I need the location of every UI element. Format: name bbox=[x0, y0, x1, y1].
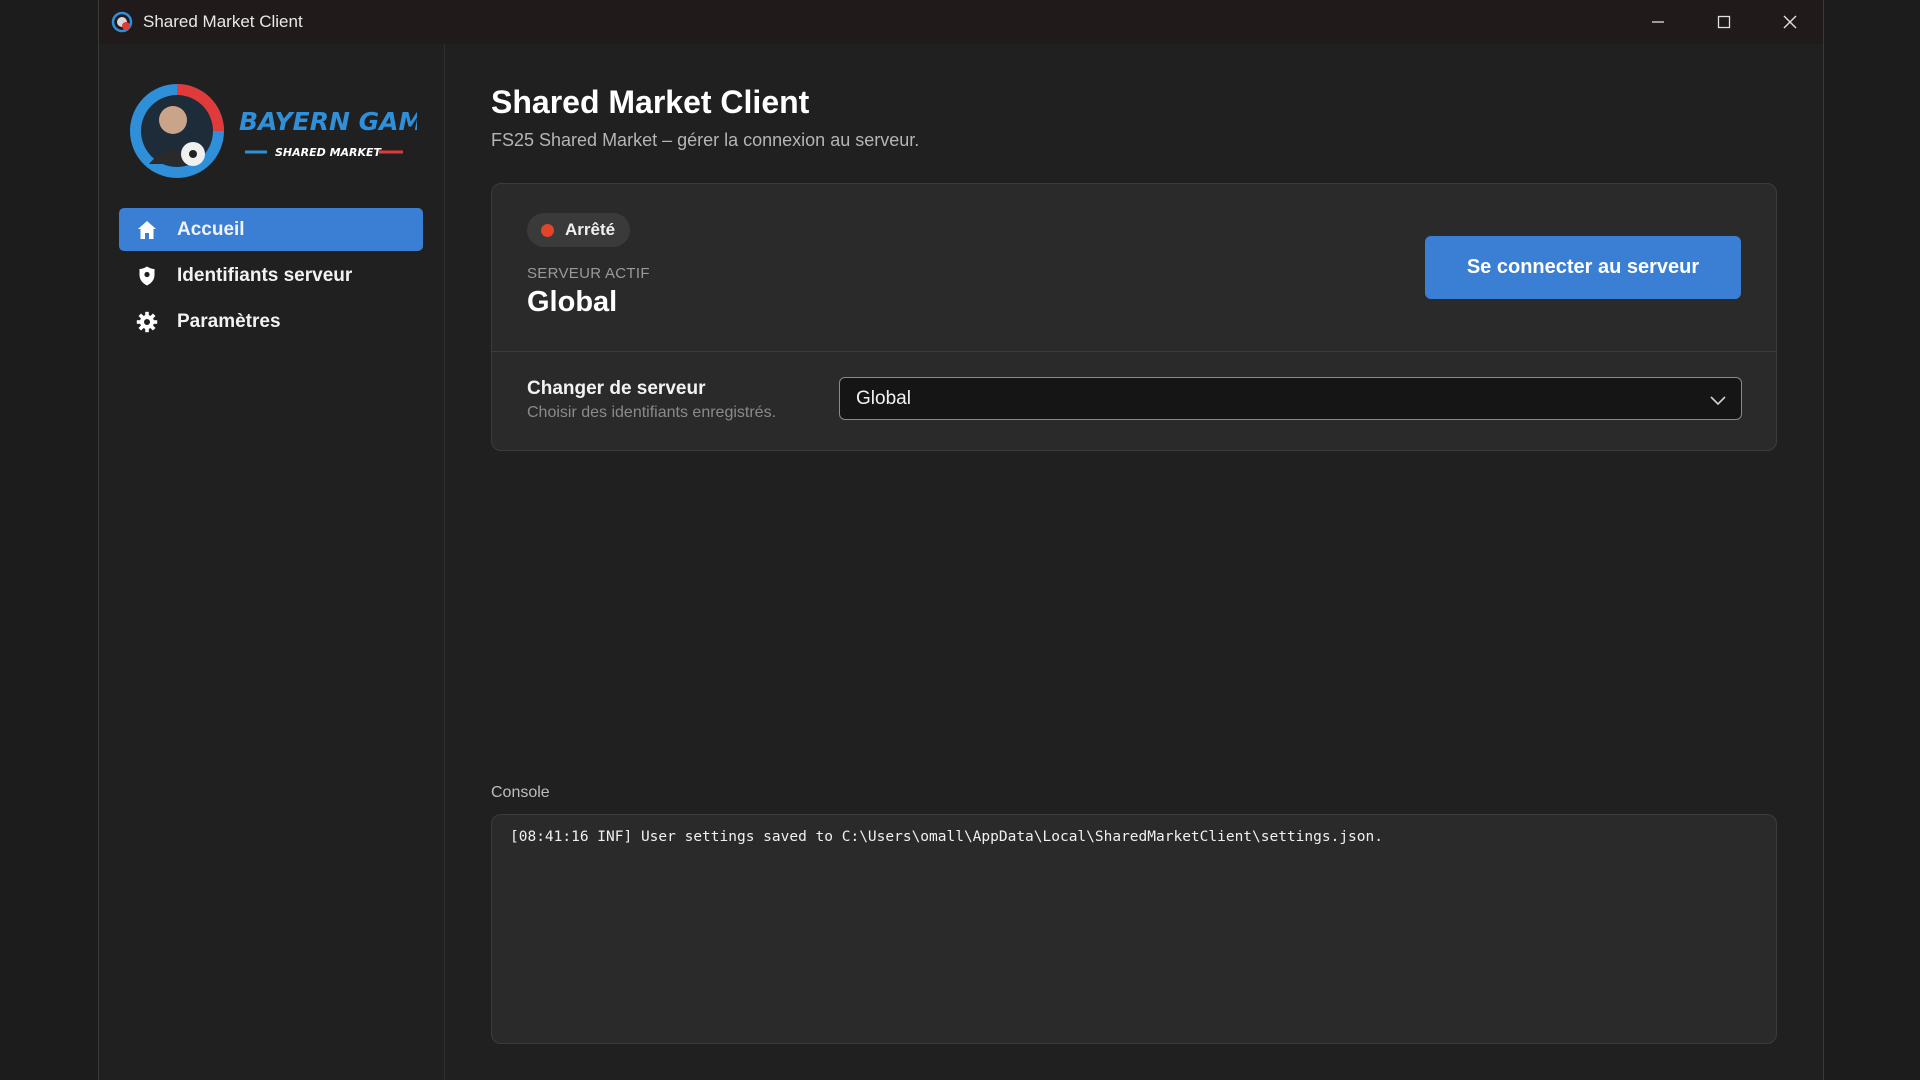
maximize-button[interactable] bbox=[1691, 0, 1757, 44]
sidebar-item-parametres[interactable]: Paramètres bbox=[119, 300, 423, 343]
status-badge: Arrêté bbox=[527, 213, 631, 247]
change-server-title: Changer de serveur bbox=[527, 378, 706, 399]
active-server-name: Global bbox=[527, 286, 618, 318]
minimize-icon bbox=[1652, 21, 1664, 23]
sidebar: BAYERN GAMERS SHARED MARKET Accueil Iden… bbox=[99, 44, 445, 1080]
status-dot-icon bbox=[541, 223, 554, 237]
close-button[interactable] bbox=[1757, 0, 1823, 44]
app-icon bbox=[111, 11, 133, 33]
change-server-subtitle: Choisir des identifiants enregistrés. bbox=[527, 404, 777, 421]
shield-icon bbox=[135, 264, 159, 288]
logo-text-line2: SHARED MARKET bbox=[275, 146, 383, 159]
gear-icon bbox=[135, 310, 159, 334]
home-icon bbox=[135, 218, 159, 242]
sidebar-item-label: Accueil bbox=[177, 218, 245, 240]
title-bar[interactable]: Shared Market Client bbox=[99, 0, 1823, 44]
active-server-label: SERVEUR ACTIF bbox=[527, 265, 650, 282]
maximize-icon bbox=[1717, 15, 1731, 29]
chevron-down-icon bbox=[1710, 396, 1726, 406]
window-controls bbox=[1625, 0, 1823, 44]
logo-text-line1: BAYERN GAMERS bbox=[239, 107, 417, 136]
minimize-button[interactable] bbox=[1625, 0, 1691, 44]
page-title: Shared Market Client bbox=[491, 84, 810, 120]
window-title: Shared Market Client bbox=[143, 12, 303, 31]
bayern-gamers-logo: BAYERN GAMERS SHARED MARKET bbox=[130, 84, 417, 178]
sidebar-item-identifiants[interactable]: Identifiants serveur bbox=[119, 254, 423, 297]
status-label: Arrêté bbox=[565, 220, 616, 239]
main-content: Shared Market Client FS25 Shared Market … bbox=[491, 44, 1781, 1080]
server-card: Arrêté SERVEUR ACTIF Global Se connecter… bbox=[491, 183, 1777, 451]
sidebar-item-accueil[interactable]: Accueil bbox=[119, 208, 423, 251]
console-label: Console bbox=[491, 784, 550, 801]
close-icon bbox=[1783, 15, 1797, 29]
server-select[interactable]: Global bbox=[839, 377, 1742, 420]
connect-button[interactable]: Se connecter au serveur bbox=[1425, 236, 1741, 299]
console-line: [08:41:16 INF] User settings saved to C:… bbox=[510, 829, 1383, 845]
console-output[interactable]: [08:41:16 INF] User settings saved to C:… bbox=[491, 814, 1777, 1044]
page-subtitle: FS25 Shared Market – gérer la connexion … bbox=[491, 130, 920, 150]
server-status-section: Arrêté SERVEUR ACTIF Global Se connecter… bbox=[492, 184, 1776, 352]
sidebar-item-label: Identifiants serveur bbox=[177, 264, 353, 286]
server-select-value: Global bbox=[856, 387, 911, 409]
sidebar-nav: Accueil Identifiants serveur Paramètres bbox=[119, 208, 423, 346]
sidebar-item-label: Paramètres bbox=[177, 310, 281, 332]
app-window: Shared Market Client BAYERN GAMERS bbox=[98, 0, 1824, 1080]
